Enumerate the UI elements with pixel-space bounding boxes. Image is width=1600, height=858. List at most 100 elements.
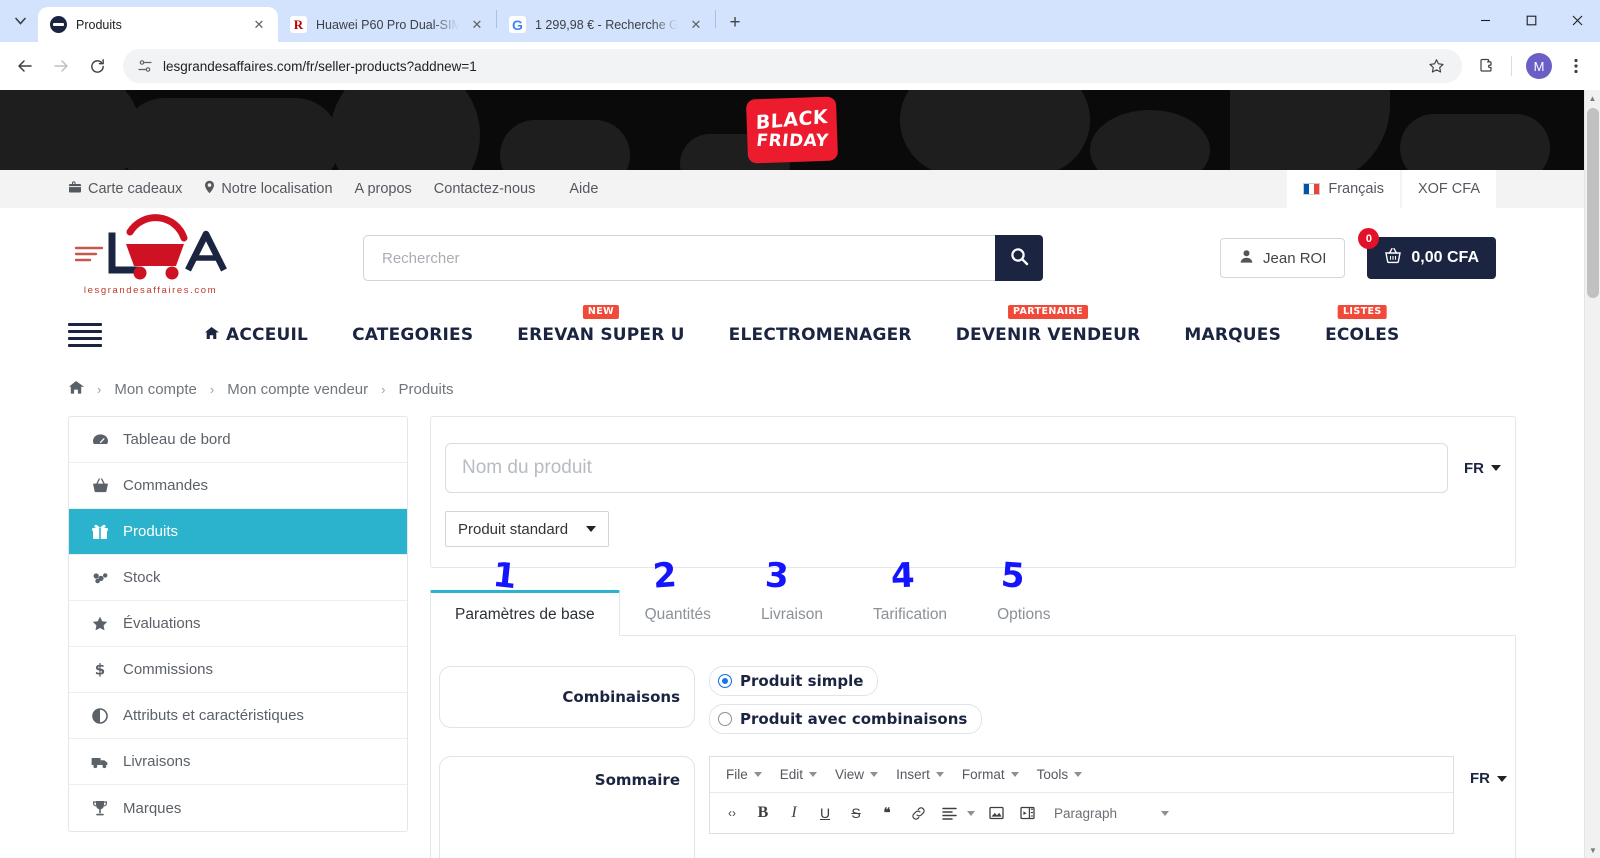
cart-button[interactable]: 0 0,00 CFA: [1358, 228, 1496, 279]
browser-tab-produits[interactable]: Produits ✕: [38, 7, 278, 42]
reload-icon[interactable]: [80, 49, 114, 83]
profile-avatar[interactable]: M: [1526, 53, 1552, 79]
close-icon[interactable]: ✕: [468, 16, 486, 34]
extensions-icon[interactable]: [1471, 50, 1503, 82]
sidebar-item-evaluations[interactable]: Évaluations: [69, 601, 407, 647]
radio-indicator[interactable]: [718, 712, 732, 726]
editor-menu-edit[interactable]: Edit: [772, 763, 825, 786]
more-menu-icon[interactable]: [1560, 50, 1592, 82]
nav-items: ACCEUIL CATEGORIES NEW EREVAN SUPER U EL…: [204, 305, 1400, 345]
minimize-icon[interactable]: [1462, 0, 1508, 40]
sidebar-item-commandes[interactable]: Commandes: [69, 463, 407, 509]
utility-link-aide[interactable]: Aide: [569, 181, 598, 197]
maximize-icon[interactable]: [1508, 0, 1554, 40]
summary-rich-text-editor[interactable]: File Edit View Insert Format Tools ‹› B …: [709, 756, 1454, 834]
site-settings-icon[interactable]: [137, 58, 153, 74]
nav-item-acceuil[interactable]: ACCEUIL: [204, 325, 308, 345]
nav-item-devenir-vendeur[interactable]: PARTENAIRE DEVENIR VENDEUR: [956, 305, 1141, 345]
close-icon[interactable]: ✕: [687, 16, 705, 34]
tab-search-icon[interactable]: [6, 7, 34, 35]
align-icon[interactable]: [935, 800, 963, 826]
radio-produit-simple[interactable]: Produit simple: [709, 666, 879, 696]
window-controls: [1462, 0, 1600, 40]
breadcrumb-item-mon-compte[interactable]: Mon compte: [114, 381, 197, 398]
sidebar-item-stock[interactable]: Stock: [69, 555, 407, 601]
image-icon[interactable]: [982, 800, 1010, 826]
menu-burger-icon[interactable]: [68, 323, 102, 347]
nav-item-electromenager[interactable]: ELECTROMENAGER: [729, 325, 912, 345]
scrollbar-thumb[interactable]: [1587, 108, 1599, 298]
close-window-icon[interactable]: [1554, 0, 1600, 40]
sidebar-item-commissions[interactable]: $ Commissions: [69, 647, 407, 693]
truck-icon: [91, 755, 109, 769]
search-button[interactable]: [995, 235, 1043, 281]
sidebar-item-tableau-de-bord[interactable]: Tableau de bord: [69, 417, 407, 463]
nav-item-ecoles[interactable]: LISTES ECOLES: [1325, 305, 1399, 345]
utility-link-contactez-nous[interactable]: Contactez-nous: [434, 181, 536, 197]
link-icon[interactable]: [904, 800, 932, 826]
site-logo[interactable]: lesgrandesaffaires.com: [68, 214, 233, 302]
nav-item-marques[interactable]: MARQUES: [1184, 325, 1281, 345]
back-icon[interactable]: [8, 49, 42, 83]
blockquote-icon[interactable]: ❝: [873, 800, 901, 826]
editor-style-select[interactable]: Paragraph: [1044, 800, 1179, 826]
tab-parametres-de-base[interactable]: 1 Paramètres de base: [430, 555, 620, 636]
sidebar-item-marques[interactable]: Marques: [69, 785, 407, 831]
chevron-down-icon[interactable]: [963, 800, 979, 826]
tab-tarification[interactable]: 4 Tarification: [848, 556, 972, 636]
summary-language-selector[interactable]: FR: [1470, 770, 1507, 787]
utility-link-notre-localisation[interactable]: Notre localisation: [204, 180, 333, 198]
editor-menu-tools[interactable]: Tools: [1029, 763, 1091, 786]
bookmark-star-icon[interactable]: [1420, 50, 1452, 82]
editor-menu-view[interactable]: View: [827, 763, 886, 786]
forward-icon[interactable]: [44, 49, 78, 83]
tab-divider: [715, 10, 716, 28]
breadcrumb-item-mon-compte-vendeur[interactable]: Mon compte vendeur: [227, 381, 368, 398]
browser-tab-huawei[interactable]: R Huawei P60 Pro Dual-SIM 512 G ✕: [278, 7, 496, 42]
utility-link-carte-cadeaux[interactable]: Carte cadeaux: [68, 180, 182, 198]
close-icon[interactable]: ✕: [250, 16, 268, 34]
bold-icon[interactable]: B: [749, 800, 777, 826]
sidebar-item-produits[interactable]: Produits: [69, 509, 407, 555]
currency-selector[interactable]: XOF CFA: [1401, 170, 1496, 208]
tab-options[interactable]: 5 Options: [972, 555, 1075, 636]
search-input[interactable]: [363, 235, 995, 281]
product-type-select[interactable]: Produit standard: [445, 511, 610, 547]
strikethrough-icon[interactable]: S: [842, 800, 870, 826]
tab-livraison[interactable]: 3 Livraison: [736, 555, 848, 636]
utility-bar-right: Français XOF CFA: [1285, 170, 1584, 208]
black-friday-banner[interactable]: BLACK FRIDAY: [0, 90, 1584, 170]
nav-item-categories[interactable]: CATEGORIES: [352, 325, 473, 345]
product-type-value: Produit standard: [458, 520, 569, 538]
align-split-button[interactable]: [935, 800, 979, 826]
page-scrollbar[interactable]: ▲ ▼: [1584, 90, 1600, 858]
radio-indicator-selected[interactable]: [718, 674, 732, 688]
editor-menu-format[interactable]: Format: [954, 763, 1027, 786]
browser-tab-google[interactable]: G 1 299,98 € - Recherche Google ✕: [497, 7, 715, 42]
sidebar-item-attributs-et-caracteristiques[interactable]: Attributs et caractéristiques: [69, 693, 407, 739]
scroll-up-icon[interactable]: ▲: [1585, 90, 1600, 106]
product-name-language-selector[interactable]: FR: [1464, 460, 1501, 477]
radio-label: Produit simple: [740, 672, 864, 690]
tab-quantites[interactable]: 2 Quantités: [620, 555, 736, 636]
editor-menu-insert[interactable]: Insert: [888, 763, 952, 786]
media-icon[interactable]: [1013, 800, 1041, 826]
home-icon[interactable]: [68, 380, 84, 399]
sidebar-item-livraisons[interactable]: Livraisons: [69, 739, 407, 785]
svg-text:$: $: [95, 661, 105, 678]
underline-icon[interactable]: U: [811, 800, 839, 826]
scroll-down-icon[interactable]: ▼: [1585, 842, 1600, 858]
language-selector[interactable]: Français: [1287, 170, 1400, 208]
source-code-icon[interactable]: ‹›: [718, 800, 746, 826]
italic-icon[interactable]: I: [780, 800, 808, 826]
editor-menu-file[interactable]: File: [718, 763, 770, 786]
black-friday-logo: BLACK FRIDAY: [749, 99, 835, 161]
utility-link-a-propos[interactable]: A propos: [355, 181, 412, 197]
sidebar-item-label: Produits: [123, 523, 179, 540]
account-button[interactable]: Jean ROI: [1220, 238, 1346, 278]
product-name-input[interactable]: [445, 443, 1448, 493]
radio-produit-avec-combinaisons[interactable]: Produit avec combinaisons: [709, 704, 983, 734]
address-bar[interactable]: lesgrandesaffaires.com/fr/seller-product…: [123, 49, 1462, 83]
nav-item-erevan-super-u[interactable]: NEW EREVAN SUPER U: [517, 305, 684, 345]
new-tab-button[interactable]: +: [721, 9, 749, 37]
